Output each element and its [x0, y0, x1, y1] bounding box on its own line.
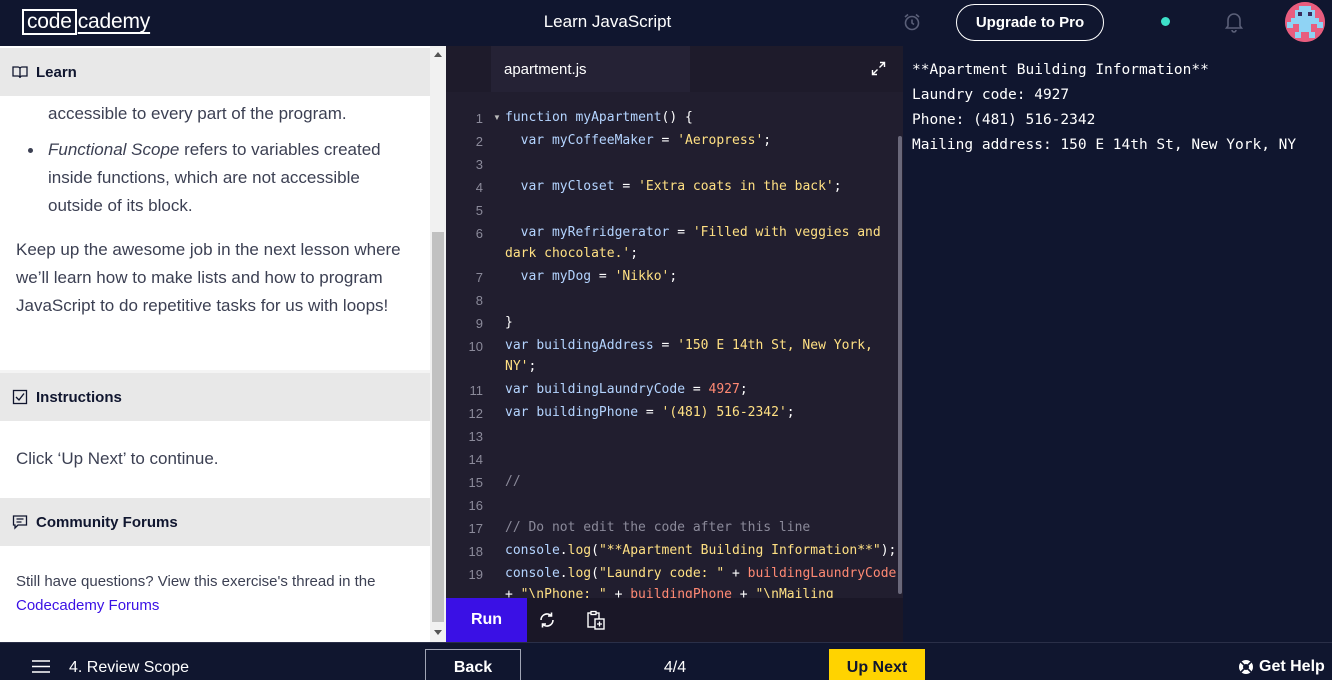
forums-heading: Community Forums	[36, 513, 178, 531]
reset-icon[interactable]	[538, 611, 556, 629]
scrollbar-thumb[interactable]	[432, 232, 444, 622]
closing-paragraph: Keep up the awesome job in the next less…	[16, 240, 401, 315]
bullet-continuation: accessible to every part of the program.	[48, 104, 347, 123]
bottom-bar: 4. Review Scope Back 4/4 Up Next Get Hel…	[0, 642, 1332, 680]
line-number: 11	[469, 383, 484, 398]
alarm-clock-icon[interactable]	[903, 13, 921, 31]
line-number: 15	[468, 475, 483, 490]
copy-code-icon[interactable]	[586, 610, 606, 630]
instructions-text: Click ‘Up Next’ to continue.	[16, 449, 219, 468]
user-avatar[interactable]	[1285, 2, 1325, 42]
code-line: var myCoffeeMaker = 'Aeropress';	[520, 133, 772, 148]
code-line: function myApartment() {	[505, 110, 693, 125]
checkbox-icon	[12, 389, 28, 405]
bullet-term: Functional Scope	[48, 140, 180, 159]
output-line: Mailing address: 150 E 14th St, New York…	[912, 137, 1297, 153]
chat-bubble-icon	[12, 515, 28, 530]
code-line: dark chocolate.';	[505, 246, 639, 261]
forums-text: Still have questions? View this exercise…	[16, 573, 376, 590]
line-number: 16	[468, 498, 483, 513]
code-line: var myRefridgerator = 'Filled with veggi…	[520, 225, 881, 240]
top-bar: code cademy Learn JavaScript Upgrade to P…	[0, 0, 1332, 46]
code-area[interactable]: ▼ 1 2 3 4 5 6 7 8 9 10 11 12 13 14 15 16…	[446, 92, 903, 598]
line-number: 3	[475, 157, 483, 172]
back-button[interactable]: Back	[425, 649, 521, 680]
line-number: 8	[475, 293, 483, 308]
instructions-heading: Instructions	[36, 388, 122, 406]
output-terminal[interactable]: **Apartment Building Information** Laund…	[903, 46, 1332, 642]
community-forums-section-header[interactable]: Community Forums	[0, 498, 430, 546]
code-comment: //	[505, 474, 521, 489]
output-line: Laundry code: 4927	[912, 87, 1070, 103]
code-comment: // Do not edit the code after this line	[505, 520, 811, 535]
line-number: 17	[468, 521, 483, 536]
code-line: var buildingPhone = '(481) 516-2342';	[505, 405, 795, 420]
bullet-functional-scope: Functional Scope refers to variables cre…	[48, 136, 408, 220]
code-line: var myDog = 'Nikko';	[520, 269, 678, 284]
exercise-progress: 4/4	[663, 659, 687, 676]
code-line: var myCloset = 'Extra coats in the back'…	[520, 179, 842, 194]
line-number: 10	[468, 339, 483, 354]
code-line: var buildingLaundryCode = 4927;	[505, 382, 748, 397]
learn-heading: Learn	[36, 63, 77, 81]
code-line: }	[505, 315, 513, 330]
code-line: + "\nPhone: " + buildingPhone + "\nMaili…	[505, 587, 834, 598]
scroll-up-arrow-icon[interactable]	[434, 52, 442, 57]
line-number: 1	[475, 111, 483, 126]
instructions-section-header[interactable]: Instructions	[0, 373, 430, 421]
run-toolbar: Run	[446, 598, 903, 642]
line-number: 18	[468, 544, 483, 559]
line-number: 14	[468, 452, 483, 467]
editor-tab-bar: apartment.js	[446, 46, 903, 92]
bell-icon[interactable]	[1224, 11, 1244, 33]
learn-section-header[interactable]: Learn	[0, 48, 430, 96]
narrative-scrollbar[interactable]	[430, 46, 446, 642]
code-line: console.log("Laundry code: " + buildingL…	[505, 566, 897, 581]
output-line: **Apartment Building Information**	[912, 62, 1209, 78]
code-line: console.log("**Apartment Building Inform…	[505, 543, 897, 558]
line-number: 19	[468, 567, 483, 582]
run-button[interactable]: Run	[446, 598, 527, 642]
lesson-title[interactable]: 4. Review Scope	[69, 659, 189, 677]
code-editor: apartment.js ▼ 1 2 3 4 5 6 7 8 9 10 11 1…	[446, 46, 903, 642]
line-number: 9	[475, 316, 483, 331]
bullet-dot	[28, 148, 33, 153]
line-number: 2	[475, 134, 483, 149]
codecademy-forums-link[interactable]: Codecademy Forums	[16, 597, 159, 614]
scroll-down-arrow-icon[interactable]	[434, 630, 442, 635]
upgrade-to-pro-button[interactable]: Upgrade to Pro	[956, 4, 1104, 41]
fold-arrow-icon[interactable]: ▼	[493, 113, 501, 122]
help-lifebuoy-icon	[1239, 660, 1253, 674]
editor-scrollbar-thumb[interactable]	[898, 136, 902, 594]
file-tab-apartment-js[interactable]: apartment.js	[491, 46, 690, 92]
line-number: 4	[475, 180, 483, 195]
code-line: NY';	[505, 359, 537, 374]
book-icon	[12, 66, 28, 79]
line-number: 12	[468, 406, 483, 421]
notification-status-dot	[1161, 17, 1170, 26]
get-help-label: Get Help	[1259, 658, 1325, 675]
get-help-button[interactable]: Get Help	[1238, 657, 1325, 677]
narrative-panel: Learn accessible to every part of the pr…	[0, 46, 446, 642]
up-next-button[interactable]: Up Next	[829, 649, 925, 680]
expand-icon[interactable]	[871, 61, 886, 76]
hamburger-menu-icon[interactable]	[32, 660, 50, 673]
code-line: var buildingAddress = '150 E 14th St, Ne…	[505, 338, 873, 353]
line-number: 7	[475, 270, 483, 285]
forums-description: Still have questions? View this exercise…	[16, 570, 416, 618]
line-number: 5	[475, 203, 483, 218]
line-number: 13	[468, 429, 483, 444]
output-line: Phone: (481) 516-2342	[912, 112, 1096, 128]
line-number: 6	[475, 226, 483, 241]
